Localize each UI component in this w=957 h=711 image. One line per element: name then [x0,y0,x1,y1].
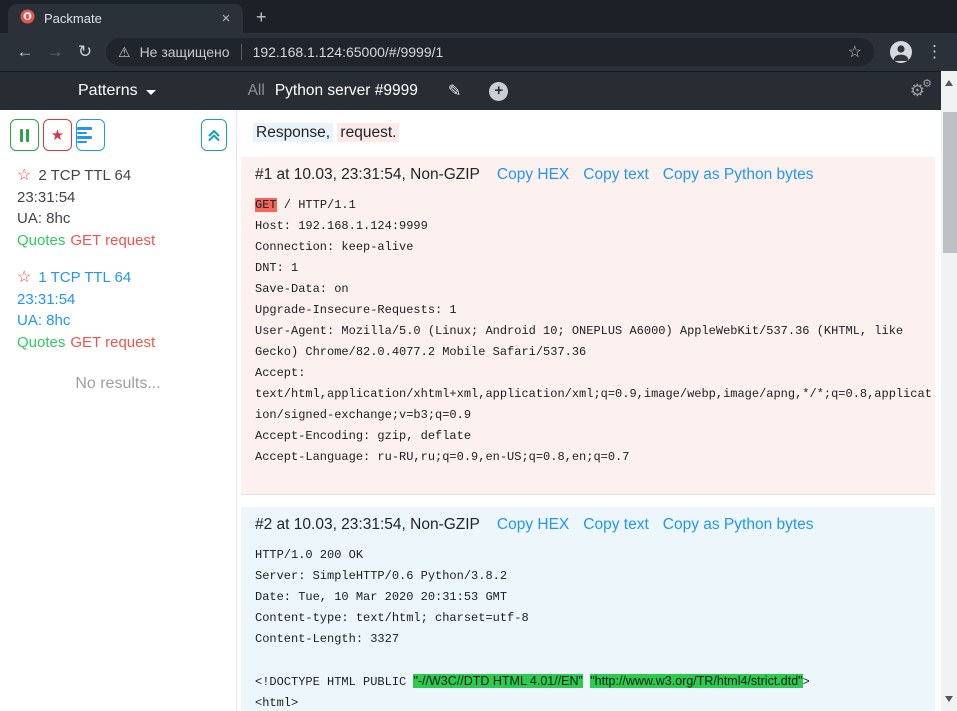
packet-block-request: #1 at 10.03, 23:31:54, Non-GZIP Copy HEX C… [241,157,935,495]
tag-get-request: GET request [70,334,155,351]
browser-tab[interactable]: Packmate × [8,4,243,33]
packet-head: #1 at 10.03, 23:31:54, Non-GZIP Copy HEX C… [255,166,933,184]
packet-list: #1 at 10.03, 23:31:54, Non-GZIP Copy HEX C… [241,157,935,711]
stream-item-time: 23:31:54 [17,187,236,209]
stream-item[interactable]: ☆ 1 TCP TTL 64 23:31:54UA: 8hc Quotes GET re… [17,267,236,353]
add-pattern-icon[interactable]: + [489,82,508,101]
content-area: ★ ☆2 TCP TTL [0,110,941,711]
scroll-down-arrow-icon[interactable] [945,696,953,702]
profile-avatar[interactable] [890,41,912,63]
patterns-menu[interactable]: Patterns [78,82,156,100]
copy-link[interactable]: Copy text [583,166,648,184]
collapse-sidebar-button[interactable] [201,119,227,151]
stream-item-ua: UA: 8hc [17,208,236,230]
reload-icon[interactable]: ↻ [70,42,100,62]
screen: Packmate × + ← → ↻ ⚠ Не защищено 192.168… [0,0,957,711]
bookmark-star-icon[interactable]: ☆ [848,42,862,62]
tag-quotes: Quotes [17,334,65,351]
star-icon: ★ [51,126,64,144]
packet-payload: HTTP/1.0 200 OKServer: SimpleHTTP/0.6 Py… [255,545,933,711]
scrollbar-thumb[interactable] [943,112,957,253]
summary-segment: Response, [253,123,333,142]
pattern-summary: Response, request. [253,124,935,142]
sidebar: ★ ☆2 TCP TTL [0,110,237,711]
chevron-down-icon [146,90,156,95]
copy-link[interactable]: Copy as Python bytes [663,516,814,534]
summary-segment: request. [337,123,399,142]
tab-all[interactable]: All [248,82,265,100]
pause-icon [20,129,23,142]
new-tab-icon[interactable]: + [256,8,267,26]
address-bar[interactable]: ⚠ Не защищено 192.168.1.124:65000/#/9999… [106,38,874,66]
packet-block-response: #2 at 10.03, 23:31:54, Non-GZIP Copy HEX C… [241,507,935,711]
security-label: Не защищено [140,44,230,60]
packet-title: #2 at 10.03, 23:31:54, Non-GZIP [255,516,480,534]
packet-stream-list: ☆2 TCP TTL 6423:31:54UA: 8hcQuotesGET re… [0,165,236,353]
scrollbar[interactable] [941,71,957,711]
tab-close-icon[interactable]: × [217,10,235,28]
copy-link[interactable]: Copy HEX [497,516,569,534]
stream-item[interactable]: ☆ 2 TCP TTL 64 23:31:54UA: 8hc Quotes GET re… [17,165,236,251]
copy-link[interactable]: Copy text [583,516,648,534]
not-secure-warning-icon[interactable]: ⚠ [118,44,131,61]
copy-link[interactable]: Copy as Python bytes [663,166,814,184]
align-lines-icon [77,127,92,130]
settings-gears-icon[interactable]: ⚙ ⚙ [910,81,925,101]
stream-item-title: 1 TCP TTL 64 [38,269,131,286]
tab-title: Packmate [44,11,217,26]
sidebar-controls: ★ [0,119,236,151]
packet-head: #2 at 10.03, 23:31:54, Non-GZIP Copy HEX C… [255,516,933,534]
browser-tabstrip: Packmate × + [0,0,957,33]
pause-capture-button[interactable] [10,119,39,151]
back-icon[interactable]: ← [10,42,40,62]
forward-icon[interactable]: → [40,42,70,62]
no-results-text: No results... [0,375,236,393]
stream-item-ua: UA: 8hc [17,310,236,332]
browser-toolbar: ← → ↻ ⚠ Не защищено 192.168.1.124:65000/… [0,33,957,71]
tag-quotes: Quotes [17,232,65,249]
stream-item-title: 2 TCP TTL 64 [38,167,131,184]
edit-pattern-icon[interactable]: ✎ [448,81,461,101]
list-filter-button[interactable] [76,119,105,151]
patterns-label: Patterns [78,82,138,100]
packmate-favicon-icon [20,9,35,29]
packet-payload: GET / HTTP/1.1Host: 192.168.1.124:9999Co… [255,195,933,468]
scroll-up-arrow-icon[interactable] [945,80,953,86]
double-chevron-up-icon [207,128,221,142]
copy-link[interactable]: Copy HEX [497,166,569,184]
pattern-tabs: All Python server #9999 ✎ + [248,81,509,101]
stream-item-time: 23:31:54 [17,289,236,311]
browser-menu-icon[interactable]: ⋮ [926,42,943,62]
omnibox-divider [241,44,242,60]
favorite-star-icon[interactable]: ☆ [17,269,31,286]
favorites-filter-button[interactable]: ★ [43,119,72,151]
packet-title: #1 at 10.03, 23:31:54, Non-GZIP [255,166,480,184]
app-header: Patterns All Python server #9999 ✎ + ⚙ ⚙ [0,71,941,110]
packet-detail-pane: Response, request. #1 at 10.03, 23:31:54… [237,110,941,711]
tag-get-request: GET request [70,232,155,249]
url-text: 192.168.1.124:65000/#/9999/1 [253,44,848,60]
tab-current-pattern[interactable]: Python server #9999 [275,82,418,100]
favorite-star-icon[interactable]: ☆ [17,167,31,184]
